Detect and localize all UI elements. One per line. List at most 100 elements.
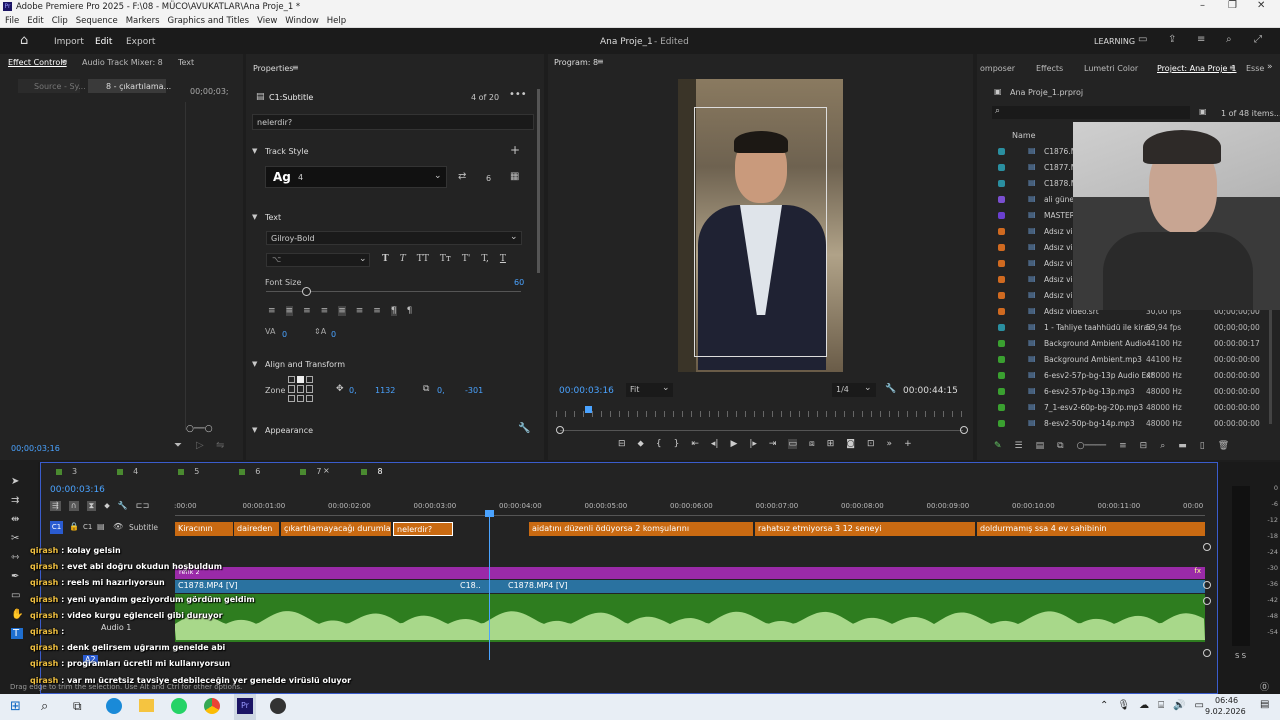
justify-right-icon[interactable]: ≡ xyxy=(373,306,381,316)
timeline-timecode[interactable]: 00:00:03:16 xyxy=(50,485,105,495)
sort-icon[interactable]: ≡ xyxy=(1119,441,1127,451)
font-size-value[interactable]: 60 xyxy=(514,278,524,287)
small-caps-icon[interactable]: Tᴛ xyxy=(440,254,451,264)
chevron-down-icon[interactable]: ▼ xyxy=(252,213,257,221)
workspace-menu-icon[interactable]: ≡ xyxy=(1197,34,1205,45)
list-view-icon[interactable]: ☰ xyxy=(1015,441,1023,451)
font-style-dropdown[interactable]: ⌥ ⌄ xyxy=(266,253,370,267)
add-style-icon[interactable]: + xyxy=(510,143,520,157)
menu-help[interactable]: Help xyxy=(327,16,346,26)
add-marker-icon[interactable]: ⬥ xyxy=(638,439,644,449)
export-tab[interactable]: Export xyxy=(126,37,155,47)
sequence-tab[interactable]: 6 xyxy=(239,467,260,476)
notifications-icon[interactable]: ▤ xyxy=(1260,699,1269,710)
mini-playhead[interactable] xyxy=(585,406,592,413)
track-select-tool-icon[interactable]: ⇉ xyxy=(11,495,23,506)
panel-menu-icon[interactable]: ≡ xyxy=(61,57,68,66)
pen-tool-icon[interactable]: ✒ xyxy=(11,571,23,582)
search-icon[interactable]: ⌕ xyxy=(1226,34,1232,45)
align-center-icon[interactable]: ≡ xyxy=(285,306,294,316)
tracking-value[interactable]: 0 xyxy=(282,330,287,339)
new-item-icon[interactable]: ▯ xyxy=(1200,441,1205,451)
add-button-icon[interactable]: + xyxy=(904,439,912,449)
playhead-line[interactable] xyxy=(489,510,490,660)
video-frame[interactable] xyxy=(678,79,843,372)
mark-out-icon[interactable]: } xyxy=(674,439,680,449)
trash-icon[interactable]: 🗑 xyxy=(1218,441,1229,451)
font-size-slider-handle[interactable] xyxy=(302,287,311,296)
program-timecode[interactable]: 00:00:03:16 xyxy=(559,386,614,396)
selection-tool-icon[interactable]: ➤ xyxy=(11,476,23,487)
chrome-icon[interactable] xyxy=(204,698,220,714)
more-icon[interactable]: » xyxy=(887,439,893,449)
bold-icon[interactable]: T xyxy=(382,254,389,264)
menu-edit[interactable]: Edit xyxy=(27,16,43,26)
go-to-out-icon[interactable]: ⇥ xyxy=(769,439,777,449)
properties-scrollbar[interactable] xyxy=(537,89,540,273)
caption-clip[interactable]: Kiracının xyxy=(175,522,233,536)
font-dropdown[interactable]: Gilroy-Bold ⌄ xyxy=(266,231,522,245)
home-icon[interactable]: ⌂ xyxy=(20,33,28,48)
more-tabs-icon[interactable]: » xyxy=(1267,62,1273,72)
search-icon[interactable]: ⌕ xyxy=(41,699,48,714)
overwrite-icon[interactable]: ⧈ xyxy=(809,439,815,449)
file-explorer-icon[interactable] xyxy=(139,699,154,712)
caption-clip[interactable]: daireden xyxy=(234,522,279,536)
leading-value[interactable]: 0 xyxy=(331,330,336,339)
project-item[interactable]: ▤ 7_1-esv2-60p-bg-20p.mp3 48000 Hz 00:00:00… xyxy=(977,400,1273,416)
freeform-view-icon[interactable]: ⧉ xyxy=(1057,441,1063,451)
chevron-down-icon[interactable]: ▼ xyxy=(252,147,257,155)
sequence-tab[interactable]: 5 xyxy=(178,467,199,476)
caption-clip[interactable]: çıkartılamayacağı durumlar xyxy=(281,522,391,536)
network-icon[interactable]: ⌸ xyxy=(1158,700,1164,711)
position-x[interactable]: 0, xyxy=(349,386,357,395)
justify-last-icon[interactable]: ≡ xyxy=(338,306,346,316)
microphone-icon[interactable]: 🎙 xyxy=(1117,700,1130,711)
scroll-handle[interactable] xyxy=(1203,649,1211,657)
zone-grid[interactable] xyxy=(288,376,314,402)
type-tool-icon[interactable]: T xyxy=(11,628,24,639)
tab-essentials[interactable]: Esse xyxy=(1246,64,1264,73)
import-tab[interactable]: Import xyxy=(54,37,84,47)
maximize-icon[interactable]: ❐ xyxy=(1228,0,1237,11)
style-num[interactable]: 6 xyxy=(486,174,491,183)
v1-clip[interactable]: C1878.MP4 [V] xyxy=(505,579,1205,593)
menu-markers[interactable]: Markers xyxy=(126,16,160,26)
camera-icon[interactable]: ◙ xyxy=(846,439,855,449)
zoom-slider-icon[interactable]: ○──── xyxy=(1077,441,1107,451)
razor-tool-icon[interactable]: ✂ xyxy=(11,533,23,544)
underline-icon[interactable]: T xyxy=(500,254,506,264)
mark-in-icon[interactable]: { xyxy=(656,439,662,449)
tab-project[interactable]: Project: Ana Proje_1 xyxy=(1157,64,1237,73)
italic-icon[interactable]: T xyxy=(400,254,406,264)
nest-icon[interactable]: ⇶ xyxy=(50,501,61,511)
zoom-handle-left[interactable] xyxy=(556,426,564,434)
zoom-handle-icon[interactable]: ○──○ xyxy=(186,424,213,434)
position-y[interactable]: 1132 xyxy=(375,386,395,395)
hand-tool-icon[interactable]: ✋ xyxy=(11,609,23,620)
menu-view[interactable]: View xyxy=(257,16,277,26)
whatsapp-icon[interactable] xyxy=(171,698,187,714)
new-bin-icon[interactable]: ▣ xyxy=(1199,107,1207,116)
timeline-settings-icon[interactable]: 🔧 xyxy=(118,501,128,511)
tab-effects[interactable]: Effects xyxy=(1036,64,1063,73)
task-view-icon[interactable]: ⧉ xyxy=(73,699,82,714)
project-item[interactable]: ▤ Background Ambient.mp3 44100 Hz 00:00:00:… xyxy=(977,352,1273,368)
comparison-icon[interactable]: ⊡ xyxy=(867,439,875,449)
extract-icon[interactable]: ⊟ xyxy=(618,439,626,449)
superscript-icon[interactable]: T' xyxy=(462,254,470,264)
playhead-handle[interactable] xyxy=(485,510,494,517)
menu-window[interactable]: Window xyxy=(285,16,319,26)
chevron-up-icon[interactable]: ⌃ xyxy=(1100,700,1108,711)
tab-text[interactable]: Text xyxy=(178,58,194,67)
anchor-x[interactable]: 0, xyxy=(437,386,445,395)
caption-text-field[interactable]: nelerdir? xyxy=(252,114,534,130)
sync-style-icon[interactable]: ⇄ xyxy=(458,171,466,182)
tab-composer[interactable]: omposer xyxy=(980,64,1015,73)
menu-sequence[interactable]: Sequence xyxy=(76,16,118,26)
panel-layout-icon[interactable]: ▭ xyxy=(1138,34,1147,45)
properties-menu-icon[interactable]: ≡ xyxy=(292,63,299,72)
edit-tab[interactable]: Edit xyxy=(95,37,112,47)
loop-icon[interactable]: ⇋ xyxy=(216,440,224,451)
resolution-dropdown[interactable]: 1/4 ⌄ xyxy=(832,383,876,397)
